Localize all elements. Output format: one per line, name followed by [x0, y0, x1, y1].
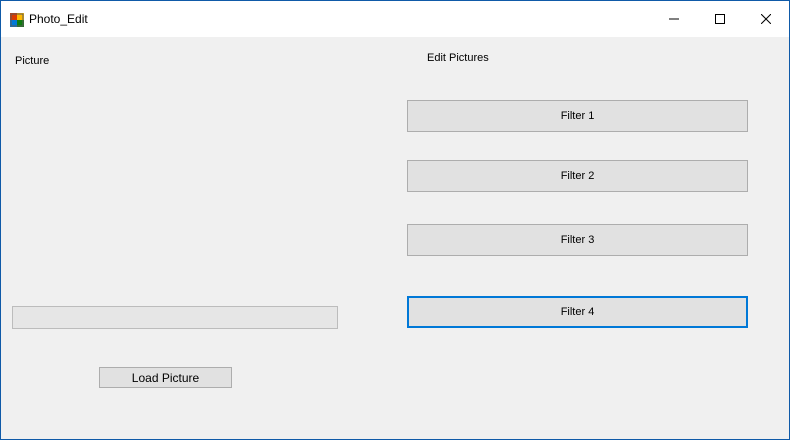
maximize-icon — [715, 14, 725, 24]
close-icon — [761, 14, 771, 24]
filter-3-button[interactable]: Filter 3 — [407, 224, 748, 256]
load-picture-button[interactable]: Load Picture — [99, 367, 232, 388]
minimize-button[interactable] — [651, 1, 697, 37]
edit-pictures-label: Edit Pictures — [427, 52, 489, 64]
picture-label: Picture — [15, 55, 50, 67]
window-title: Photo_Edit — [29, 12, 88, 26]
photo-app-icon — [10, 13, 24, 27]
filter-4-button[interactable]: Filter 4 — [407, 296, 748, 328]
main-window: Photo_Edit Picture Edit Pictures Filter … — [0, 0, 790, 440]
title-bar[interactable]: Photo_Edit — [1, 1, 789, 37]
progress-bar — [12, 306, 338, 329]
minimize-icon — [669, 18, 679, 20]
maximize-button[interactable] — [697, 1, 743, 37]
close-button[interactable] — [743, 1, 789, 37]
filter-2-button[interactable]: Filter 2 — [407, 160, 748, 192]
client-area: Picture Edit Pictures Filter 1 Filter 2 … — [1, 37, 789, 439]
filter-1-button[interactable]: Filter 1 — [407, 100, 748, 132]
